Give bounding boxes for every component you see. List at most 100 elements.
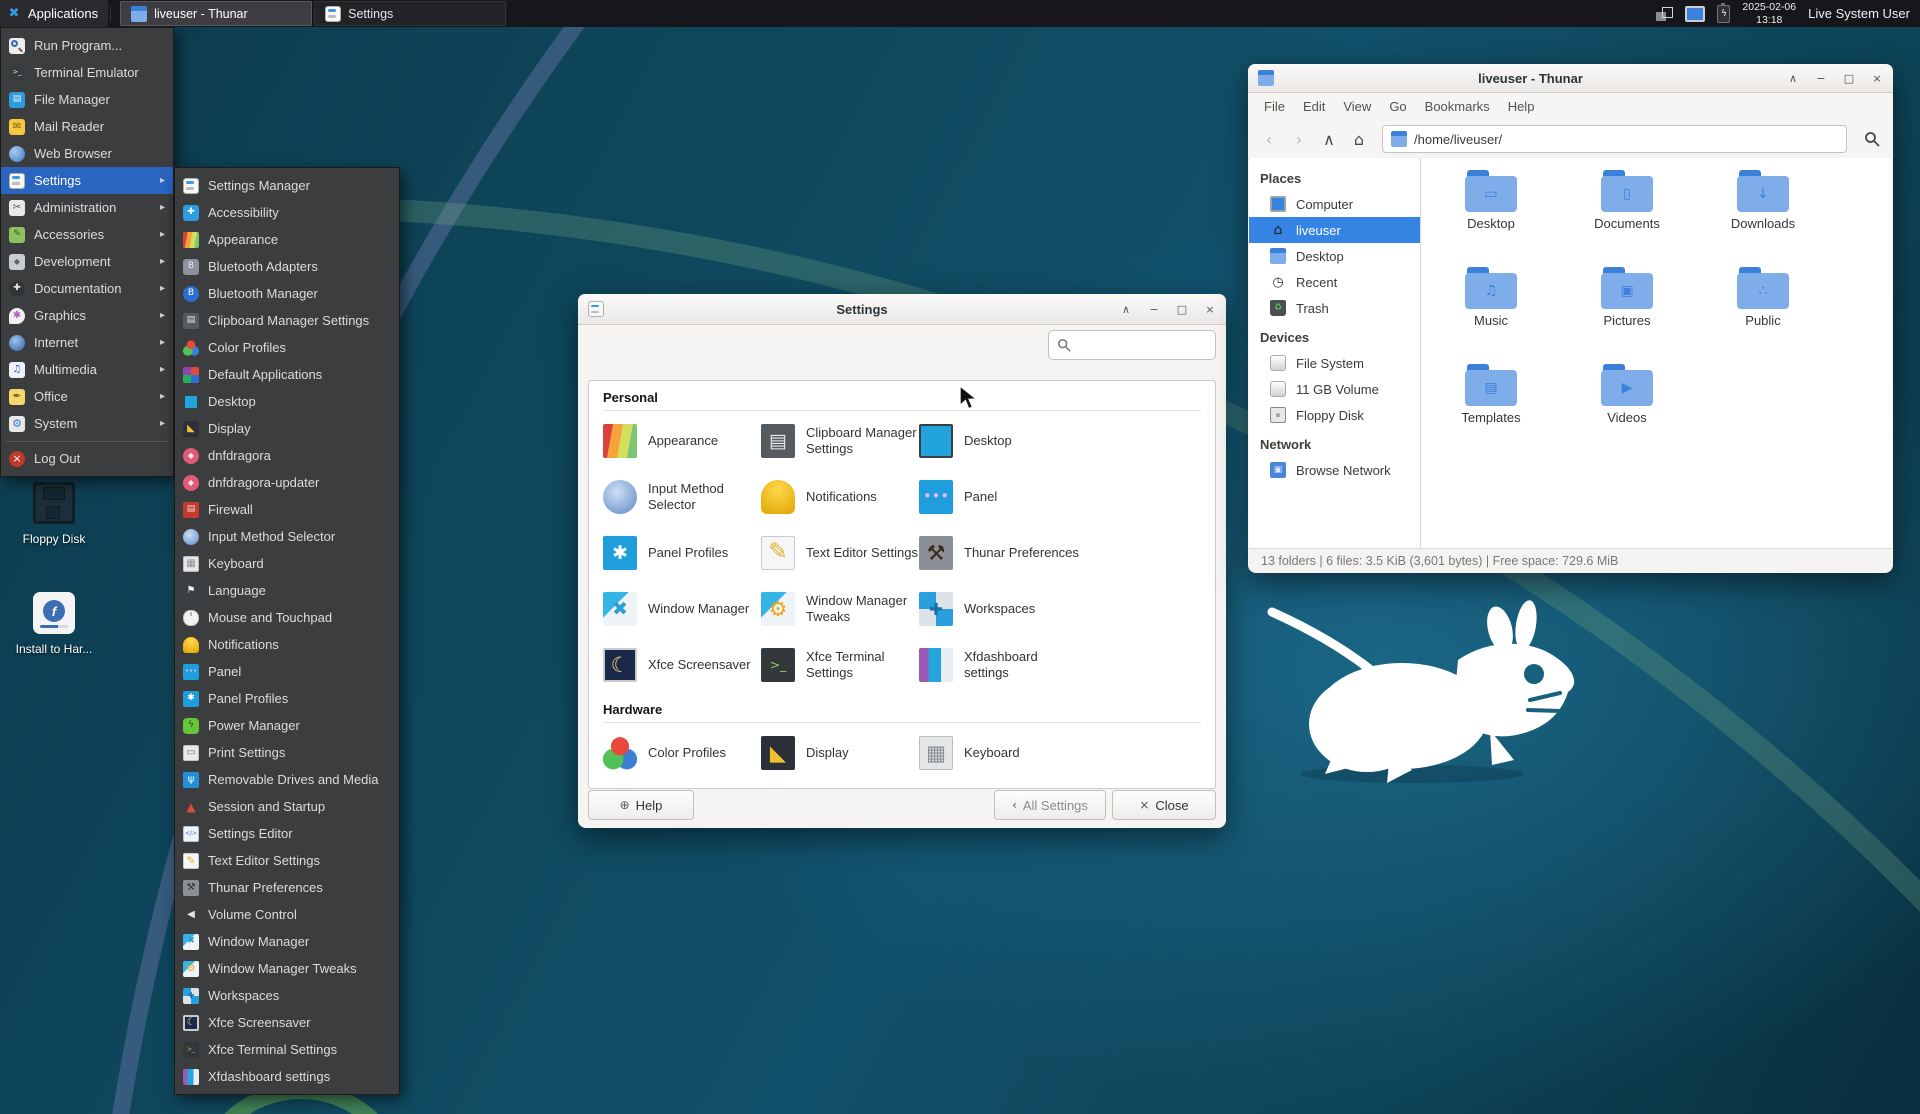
back-icon[interactable]: ‹: [1256, 126, 1282, 152]
window-control-icon[interactable]: ∧: [1120, 303, 1132, 316]
settings-item[interactable]: Input Method Selector: [603, 469, 761, 525]
sidebar-item[interactable]: Desktop: [1249, 243, 1420, 269]
menubar-item[interactable]: Edit: [1295, 97, 1333, 116]
submenu-item[interactable]: ⚑ Language: [175, 577, 399, 604]
folder-item[interactable]: ▤ Templates: [1423, 364, 1559, 461]
submenu-item[interactable]: >_ Xfce Terminal Settings: [175, 1036, 399, 1063]
settings-item[interactable]: ψ Removable Drives and Media: [919, 781, 1201, 789]
submenu-item[interactable]: ▭ Print Settings: [175, 739, 399, 766]
submenu-item[interactable]: Appearance: [175, 226, 399, 253]
display-tray-icon[interactable]: [1685, 6, 1705, 22]
settings-item[interactable]: Color Profiles: [603, 725, 761, 781]
sidebar-item[interactable]: File System: [1249, 350, 1420, 376]
submenu-item[interactable]: Mouse and Touchpad: [175, 604, 399, 631]
sidebar-item[interactable]: 11 GB Volume: [1249, 376, 1420, 402]
menu-item[interactable]: Settings ▸: [1, 167, 173, 194]
submenu-item[interactable]: ◣ Display: [175, 415, 399, 442]
submenu-item[interactable]: B Bluetooth Manager: [175, 280, 399, 307]
submenu-item[interactable]: ◆ dnfdragora-updater: [175, 469, 399, 496]
submenu-item[interactable]: B Bluetooth Adapters: [175, 253, 399, 280]
settings-item[interactable]: ⚒ Thunar Preferences: [919, 525, 1201, 581]
desktop-icon-installer[interactable]: f Install to Har...: [4, 592, 104, 656]
search-icon[interactable]: [1859, 126, 1885, 152]
window-control-icon[interactable]: ∧: [1787, 72, 1799, 85]
window-control-icon[interactable]: −: [1815, 72, 1827, 85]
menu-item[interactable]: Web Browser ▸: [1, 140, 173, 167]
settings-item[interactable]: Desktop: [919, 413, 1201, 469]
menu-item[interactable]: ◆ Development ▸: [1, 248, 173, 275]
menu-item[interactable]: ♫ Multimedia ▸: [1, 356, 173, 383]
folder-item[interactable]: ▯ Documents: [1559, 170, 1695, 267]
window-control-icon[interactable]: □: [1176, 303, 1188, 316]
sidebar-item[interactable]: Network: [1249, 431, 1420, 457]
window-control-icon[interactable]: −: [1148, 303, 1160, 316]
folder-item[interactable]: ▣ Pictures: [1559, 267, 1695, 364]
submenu-item[interactable]: Input Method Selector: [175, 523, 399, 550]
applications-menu-button[interactable]: ✖ Applications: [0, 0, 108, 27]
menubar-item[interactable]: File: [1256, 97, 1293, 116]
submenu-item[interactable]: ψ Removable Drives and Media: [175, 766, 399, 793]
settings-item[interactable]: ✚ Workspaces: [919, 581, 1201, 637]
settings-item[interactable]: Mouse and Touchpad: [603, 781, 761, 789]
settings-item[interactable]: ◣ Display: [761, 725, 919, 781]
sidebar-item[interactable]: Computer: [1249, 191, 1420, 217]
menu-item[interactable]: Run Program... ▸: [1, 32, 173, 59]
menu-item[interactable]: ⚙ System ▸: [1, 410, 173, 437]
menu-item[interactable]: ✚ Documentation ▸: [1, 275, 173, 302]
sidebar-item[interactable]: ◷ Recent: [1249, 269, 1420, 295]
help-button[interactable]: ⊕ Help: [588, 790, 694, 820]
sidebar-item[interactable]: ▣ Browse Network: [1249, 457, 1420, 483]
sidebar-item[interactable]: ♻ Trash: [1249, 295, 1420, 321]
settings-titlebar[interactable]: Settings ∧−□×: [578, 294, 1226, 325]
folder-item[interactable]: ♫ Music: [1423, 267, 1559, 364]
path-bar[interactable]: /home/liveuser/: [1382, 125, 1847, 153]
sidebar-item[interactable]: Places: [1249, 165, 1420, 191]
workspace-switcher-icon[interactable]: [1656, 7, 1673, 21]
all-settings-button[interactable]: ‹ All Settings: [994, 790, 1106, 820]
menu-item[interactable]: × Log Out ▸: [1, 445, 173, 472]
submenu-item[interactable]: ◀ Volume Control: [175, 901, 399, 928]
close-button[interactable]: × Close: [1112, 790, 1216, 820]
folder-item[interactable]: ▶ Videos: [1559, 364, 1695, 461]
menu-item[interactable]: Internet ▸: [1, 329, 173, 356]
submenu-item[interactable]: ⚒ Thunar Preferences: [175, 874, 399, 901]
menu-item[interactable]: ✱ Graphics ▸: [1, 302, 173, 329]
settings-item[interactable]: ✖ Window Manager: [603, 581, 761, 637]
settings-item[interactable]: ϟ Power Manager: [761, 781, 919, 789]
menu-item[interactable]: ✉ Mail Reader ▸: [1, 113, 173, 140]
settings-item[interactable]: Xfdashboard settings: [919, 637, 1201, 693]
menu-item[interactable]: ✒ Office ▸: [1, 383, 173, 410]
submenu-item[interactable]: Notifications: [175, 631, 399, 658]
settings-item[interactable]: ••• Panel: [919, 469, 1201, 525]
search-input[interactable]: [1077, 337, 1207, 354]
panel-clock[interactable]: 2025-02-06 13:18: [1742, 1, 1796, 26]
submenu-item[interactable]: ✎ Text Editor Settings: [175, 847, 399, 874]
taskbar-window-button[interactable]: liveuser - Thunar: [120, 1, 312, 26]
home-icon[interactable]: ⌂: [1346, 126, 1372, 152]
submenu-item[interactable]: Color Profiles: [175, 334, 399, 361]
forward-icon[interactable]: ›: [1286, 126, 1312, 152]
settings-item[interactable]: ⚙ Window Manager Tweaks: [761, 581, 919, 637]
menubar-item[interactable]: Bookmarks: [1417, 97, 1498, 116]
window-control-icon[interactable]: □: [1843, 72, 1855, 85]
submenu-item[interactable]: </> Settings Editor: [175, 820, 399, 847]
submenu-item[interactable]: ✚ Accessibility: [175, 199, 399, 226]
desktop-icon-floppy[interactable]: Floppy Disk: [4, 482, 104, 546]
window-control-icon[interactable]: ×: [1204, 303, 1216, 316]
thunar-titlebar[interactable]: liveuser - Thunar ∧−□×: [1248, 64, 1893, 93]
settings-item[interactable]: ☾ Xfce Screensaver: [603, 637, 761, 693]
sidebar-item[interactable]: ⌂ liveuser: [1249, 217, 1420, 243]
menubar-item[interactable]: Go: [1381, 97, 1414, 116]
settings-item[interactable]: ▤ Clipboard Manager Settings: [761, 413, 919, 469]
settings-item[interactable]: Notifications: [761, 469, 919, 525]
submenu-item[interactable]: ⚙ Window Manager Tweaks: [175, 955, 399, 982]
submenu-item[interactable]: ✖ Window Manager: [175, 928, 399, 955]
menu-item[interactable]: ✎ Accessories ▸: [1, 221, 173, 248]
settings-search-box[interactable]: [1048, 330, 1216, 360]
submenu-item[interactable]: ▤ Clipboard Manager Settings: [175, 307, 399, 334]
submenu-item[interactable]: ▦ Keyboard: [175, 550, 399, 577]
battery-tray-icon[interactable]: ϟ: [1717, 5, 1730, 23]
settings-item[interactable]: ✱ Panel Profiles: [603, 525, 761, 581]
folder-item[interactable]: ∴ Public: [1695, 267, 1831, 364]
submenu-item[interactable]: ✱ Panel Profiles: [175, 685, 399, 712]
